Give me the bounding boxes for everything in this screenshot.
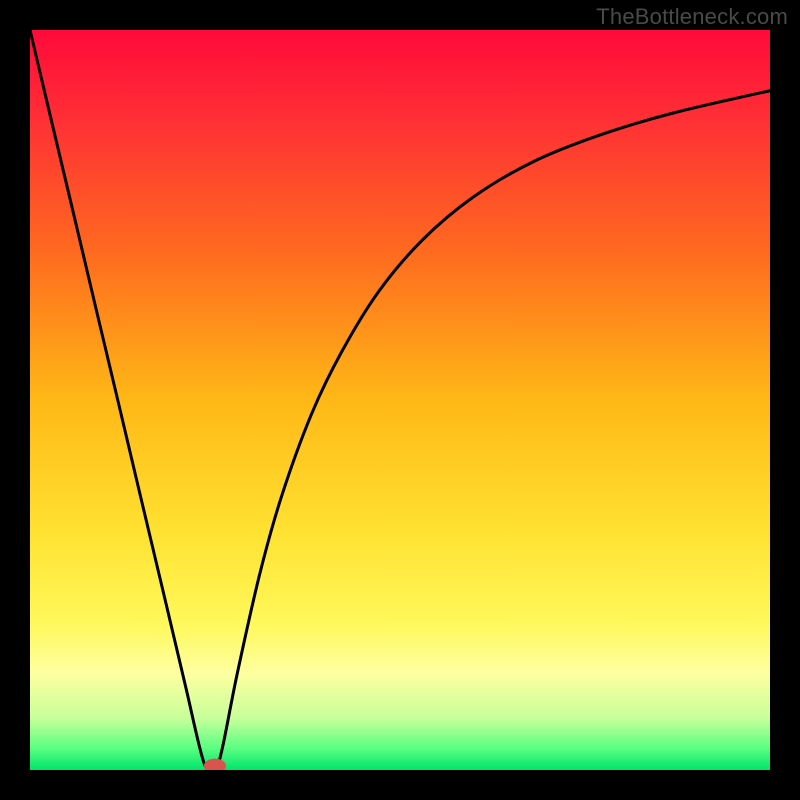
chart-frame: TheBottleneck.com <box>0 0 800 800</box>
bottleneck-chart <box>30 30 770 770</box>
plot-background <box>30 30 770 770</box>
watermark-text: TheBottleneck.com <box>596 4 788 30</box>
